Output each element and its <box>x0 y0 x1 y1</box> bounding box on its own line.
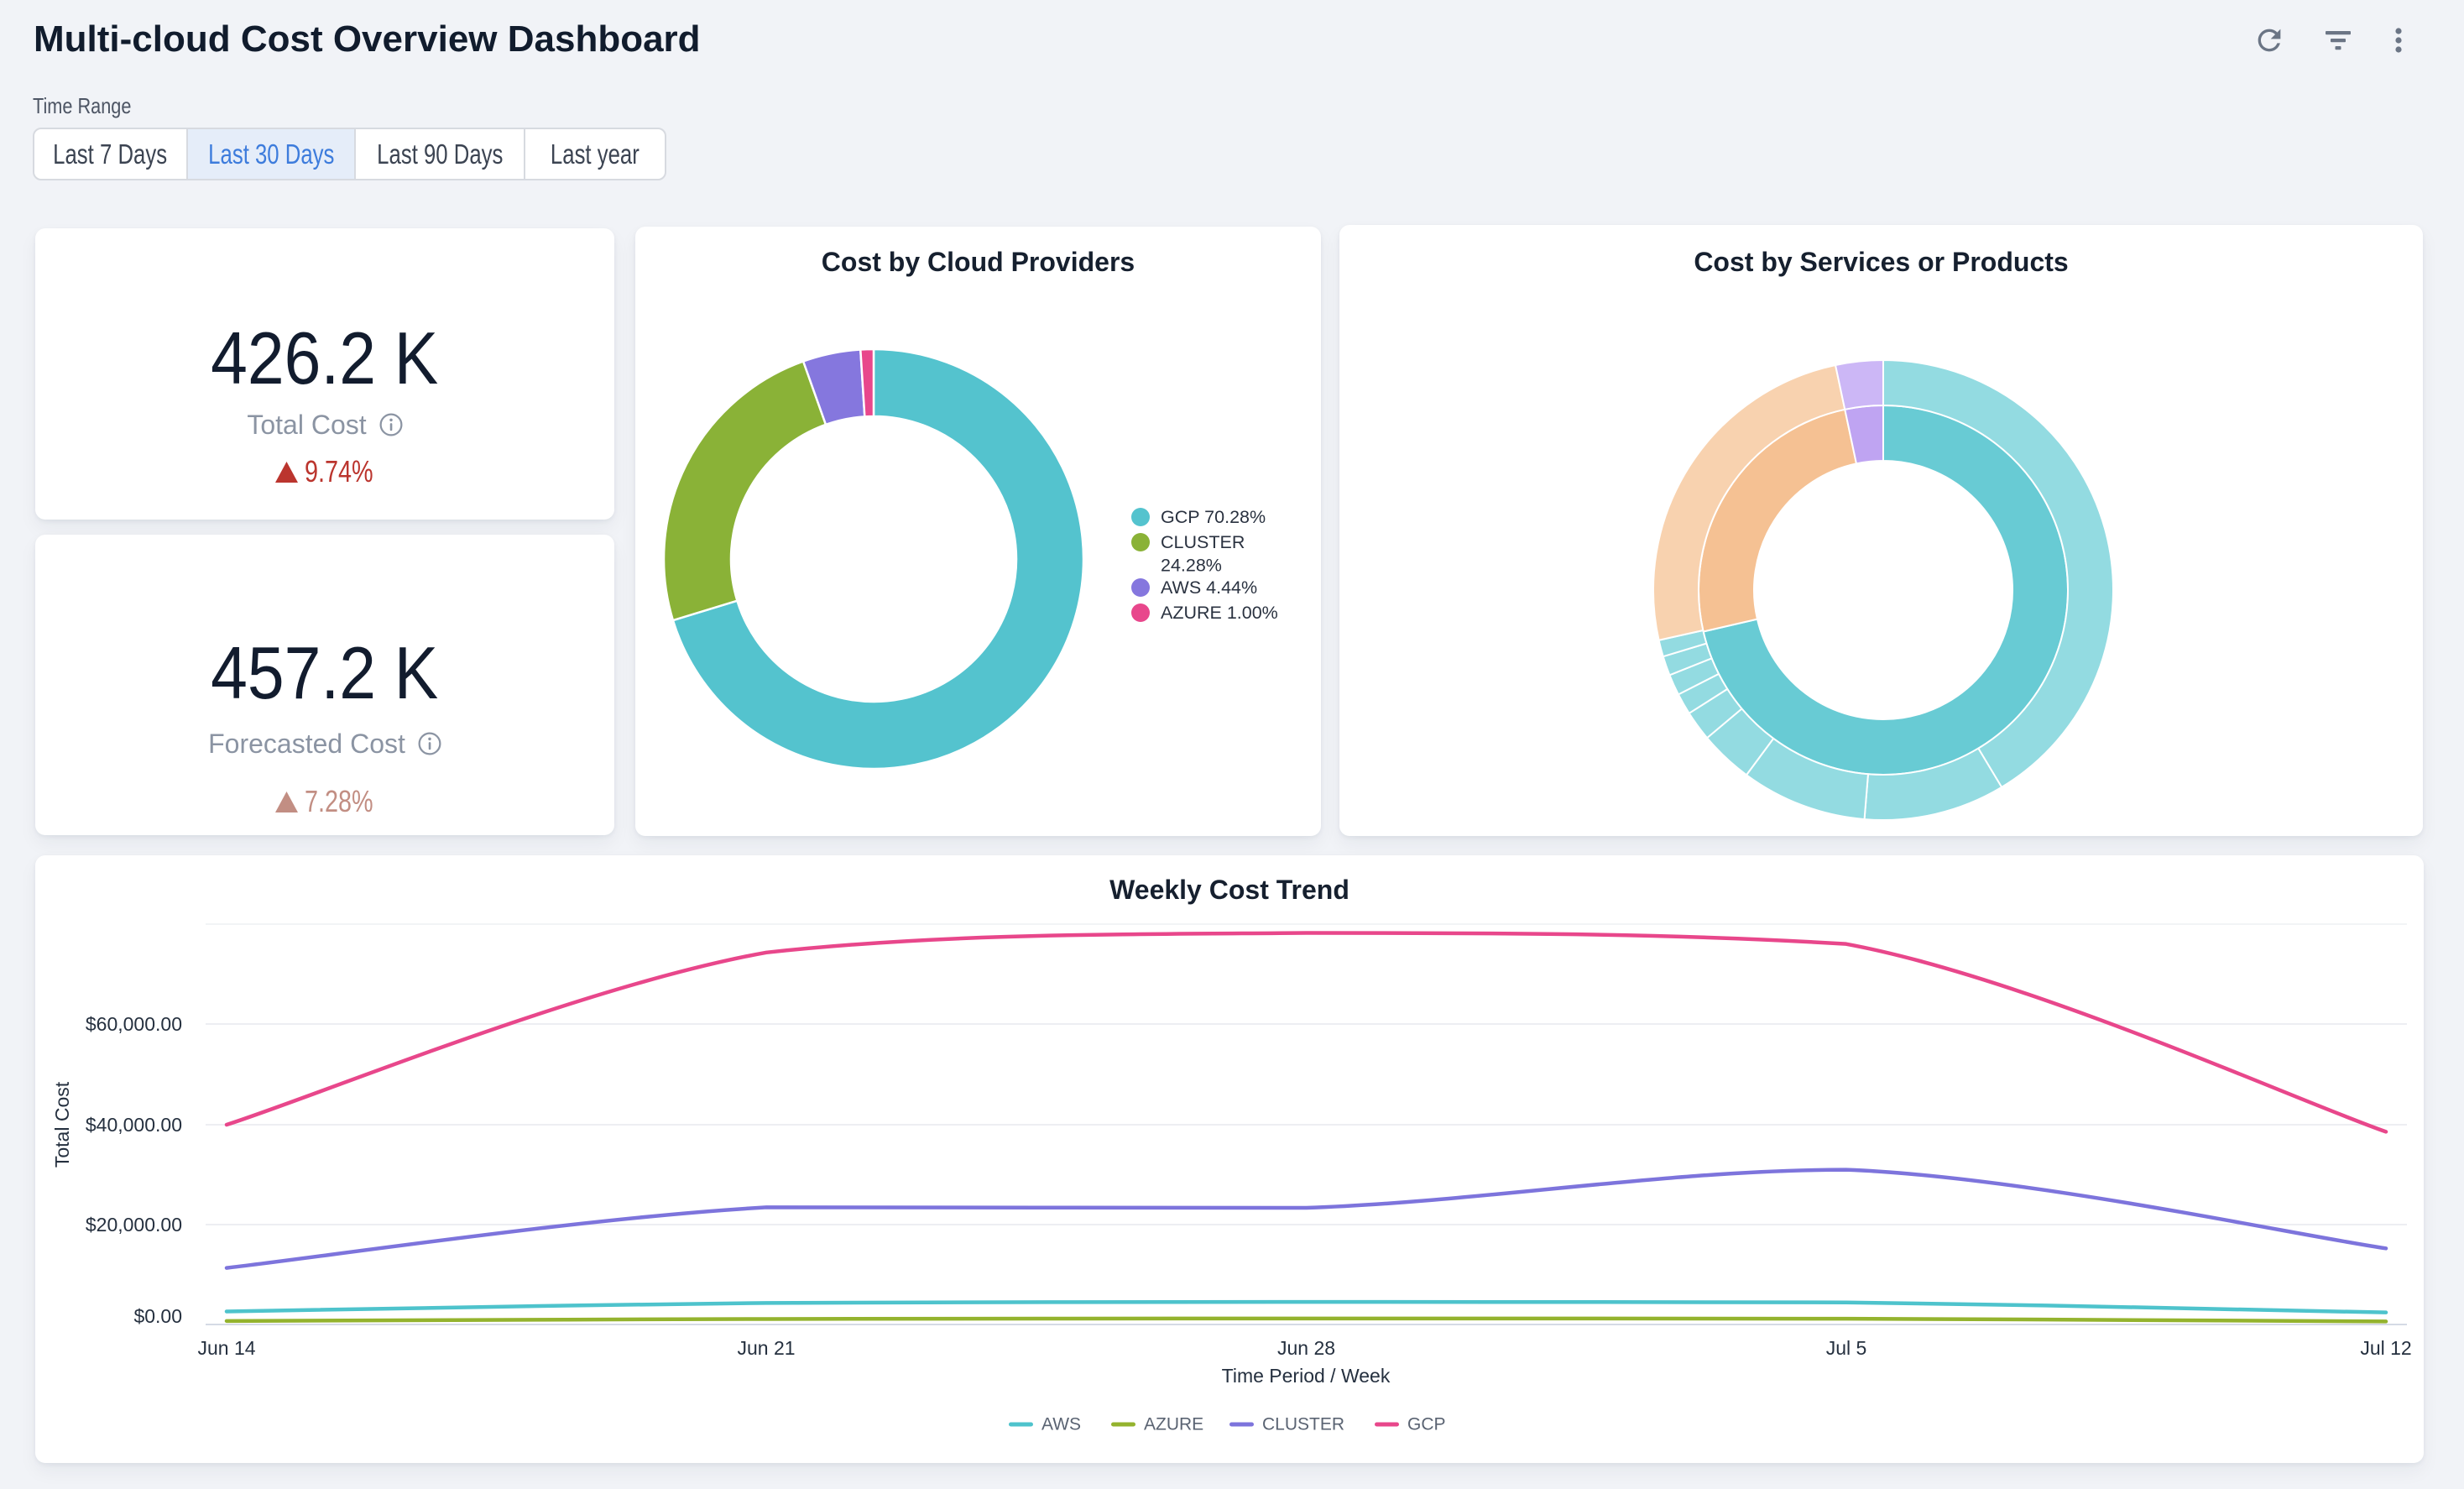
svg-text:AWS: AWS <box>1041 1415 1081 1434</box>
svg-text:Jun 28: Jun 28 <box>1277 1337 1335 1359</box>
svg-text:$60,000.00: $60,000.00 <box>86 1013 182 1035</box>
svg-text:24.28%: 24.28% <box>1161 556 1222 576</box>
svg-text:CLUSTER: CLUSTER <box>1262 1415 1344 1434</box>
svg-text:AWS 4.44%: AWS 4.44% <box>1161 577 1257 598</box>
svg-text:AZURE 1.00%: AZURE 1.00% <box>1161 603 1278 623</box>
svg-text:CLUSTER: CLUSTER <box>1161 532 1245 552</box>
svg-text:Time Period / Week: Time Period / Week <box>1222 1365 1391 1387</box>
svg-text:Jul 12: Jul 12 <box>2360 1337 2411 1359</box>
svg-text:$0.00: $0.00 <box>133 1305 182 1327</box>
svg-text:$40,000.00: $40,000.00 <box>86 1114 182 1136</box>
svg-text:$20,000.00: $20,000.00 <box>86 1214 182 1236</box>
svg-text:AZURE: AZURE <box>1144 1415 1203 1434</box>
svg-text:GCP 70.28%: GCP 70.28% <box>1161 507 1266 527</box>
svg-text:Jul 5: Jul 5 <box>1826 1337 1867 1359</box>
svg-text:Total Cost: Total Cost <box>51 1081 73 1168</box>
svg-text:Jun 21: Jun 21 <box>737 1337 795 1359</box>
svg-text:GCP: GCP <box>1407 1415 1446 1434</box>
svg-text:Jun 14: Jun 14 <box>197 1337 255 1359</box>
